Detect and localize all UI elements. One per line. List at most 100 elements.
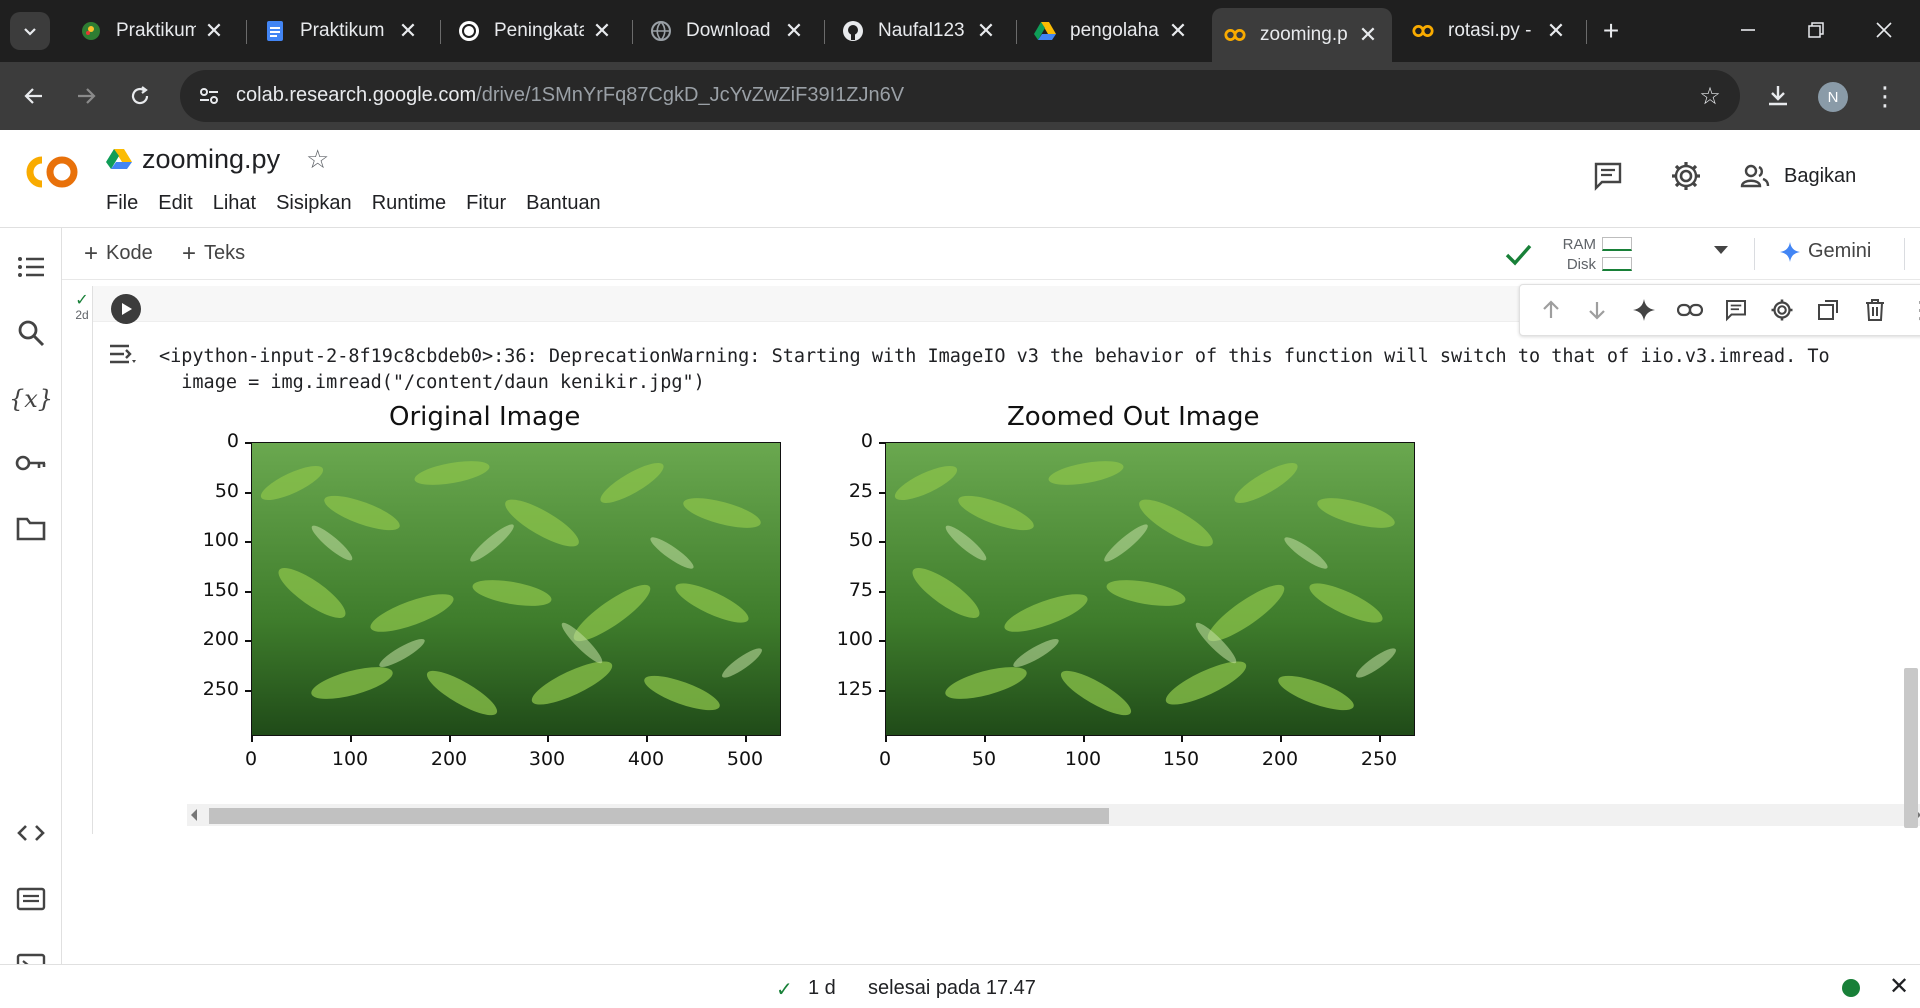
output-actions-icon[interactable] xyxy=(107,338,139,370)
close-icon[interactable]: ✕ xyxy=(974,18,998,43)
add-code-label: Kode xyxy=(106,242,153,264)
open-in-tab-icon[interactable] xyxy=(1812,294,1844,326)
menu-tools[interactable]: Fitur xyxy=(466,192,516,215)
close-icon[interactable]: ✕ xyxy=(590,18,614,43)
key-icon[interactable] xyxy=(12,444,50,482)
x-tick xyxy=(646,736,648,742)
y-tick-label: 50 xyxy=(848,529,873,551)
plot-title-original: Original Image xyxy=(389,402,581,432)
chatgpt-favicon-icon xyxy=(458,20,480,42)
google-docs-favicon-icon xyxy=(264,20,286,42)
y-tick xyxy=(245,492,251,494)
menu-insert[interactable]: Sisipkan xyxy=(276,192,362,215)
caret-down-icon[interactable] xyxy=(1714,246,1728,254)
reload-button[interactable] xyxy=(120,76,160,116)
browser-tab-4[interactable]: Download ✕ xyxy=(638,10,818,52)
menu-runtime[interactable]: Runtime xyxy=(372,192,456,215)
people-icon xyxy=(1740,164,1770,188)
y-tick-label: 0 xyxy=(860,430,873,452)
colab-favicon-icon xyxy=(1412,20,1434,42)
add-text-button[interactable]: + Teks xyxy=(182,241,245,265)
close-icon[interactable]: ✕ xyxy=(1166,18,1190,43)
colab-logo[interactable] xyxy=(20,152,84,192)
runtime-status-dot[interactable] xyxy=(1842,979,1860,997)
close-window-button[interactable] xyxy=(1864,12,1904,48)
menu-file[interactable]: File xyxy=(106,192,148,215)
browser-tab-5[interactable]: Naufal123 ✕ xyxy=(830,10,1010,52)
close-icon xyxy=(1876,22,1892,38)
ram-disk-indicator[interactable]: RAM Disk xyxy=(1552,234,1652,276)
y-tick-label: 100 xyxy=(836,628,873,650)
move-up-icon[interactable] xyxy=(1535,294,1567,326)
browser-menu-icon[interactable]: ⋮ xyxy=(1870,78,1900,114)
cell-toolbar: ⋮ xyxy=(1519,284,1920,336)
code-snippets-icon[interactable] xyxy=(12,814,50,852)
add-code-button[interactable]: + Kode xyxy=(84,241,153,265)
variables-icon[interactable]: {x} xyxy=(9,380,53,418)
comment-icon[interactable] xyxy=(1720,294,1752,326)
gemini-sparkle-icon[interactable] xyxy=(1628,294,1660,326)
browser-tab-3[interactable]: Peningkata ✕ xyxy=(446,10,626,52)
output-horizontal-scrollbar[interactable] xyxy=(187,804,1920,826)
comments-button[interactable] xyxy=(1588,156,1628,196)
notebook-vertical-scrollbar-thumb[interactable] xyxy=(1904,668,1918,828)
y-tick-label: 50 xyxy=(214,480,239,502)
gear-icon[interactable] xyxy=(1766,294,1798,326)
menu-view[interactable]: Lihat xyxy=(213,192,266,215)
bookmark-star-icon[interactable]: ☆ xyxy=(1696,82,1724,110)
close-icon[interactable]: ✕ xyxy=(1356,22,1380,47)
share-button[interactable]: Bagikan xyxy=(1740,158,1856,194)
star-icon[interactable]: ☆ xyxy=(306,144,329,175)
address-bar-row: colab.research.google.com/drive/1SMnYrFq… xyxy=(0,62,1920,130)
close-icon[interactable]: ✕ xyxy=(1544,18,1568,43)
table-of-contents-icon[interactable] xyxy=(12,248,50,286)
browser-tab-6[interactable]: pengolaha ✕ xyxy=(1022,10,1202,52)
browser-tab-2[interactable]: Praktikum ✕ xyxy=(252,10,432,52)
forward-button[interactable] xyxy=(66,76,106,116)
connected-check-icon[interactable] xyxy=(1502,238,1534,270)
browser-tab-8[interactable]: rotasi.py - ✕ xyxy=(1400,10,1580,52)
y-tick xyxy=(879,541,885,543)
back-button[interactable] xyxy=(14,76,54,116)
omnibox[interactable]: colab.research.google.com/drive/1SMnYrFq… xyxy=(180,70,1740,122)
profile-avatar[interactable]: N xyxy=(1818,82,1848,112)
x-tick-label: 500 xyxy=(726,748,764,770)
command-palette-icon[interactable] xyxy=(12,880,50,918)
downloads-button[interactable] xyxy=(1760,78,1796,114)
more-vert-icon[interactable]: ⋮ xyxy=(1905,294,1920,326)
notebook-toolbar: + Kode + Teks RAM Disk Gemini xyxy=(62,228,1920,280)
folder-icon[interactable] xyxy=(12,510,50,548)
site-info-icon[interactable] xyxy=(194,81,224,111)
minimize-button[interactable] xyxy=(1728,12,1768,48)
x-tick xyxy=(1083,736,1085,742)
code-cell[interactable]: ⋮ <ipython-input-2-8f19c8cbdeb0>:36: Dep… xyxy=(92,284,1920,834)
restore-button[interactable] xyxy=(1796,12,1836,48)
move-down-icon[interactable] xyxy=(1581,294,1613,326)
scrollbar-thumb[interactable] xyxy=(209,808,1109,824)
menu-help[interactable]: Bantuan xyxy=(526,192,611,215)
share-label: Bagikan xyxy=(1784,164,1857,187)
restore-icon xyxy=(1808,22,1824,38)
arrow-left-icon xyxy=(24,88,42,104)
google-drive-icon[interactable] xyxy=(106,148,132,170)
settings-button[interactable] xyxy=(1666,156,1706,196)
close-icon[interactable]: ✕ xyxy=(202,18,226,43)
disk-bar xyxy=(1602,257,1632,271)
run-cell-button[interactable] xyxy=(111,294,141,324)
y-tick-label: 25 xyxy=(848,480,873,502)
link-icon[interactable] xyxy=(1674,294,1706,326)
close-icon[interactable]: ✕ xyxy=(1886,973,1912,1000)
search-icon[interactable] xyxy=(12,314,50,352)
close-icon[interactable]: ✕ xyxy=(782,18,806,43)
close-icon[interactable]: ✕ xyxy=(396,18,420,43)
scroll-left-arrow-icon[interactable] xyxy=(191,809,197,821)
menu-edit[interactable]: Edit xyxy=(158,192,202,215)
x-tick-label: 50 xyxy=(971,748,997,770)
trash-icon[interactable] xyxy=(1859,294,1891,326)
browser-tab-1[interactable]: Praktikum ✕ xyxy=(68,10,238,52)
browser-tab-active[interactable]: zooming.p ✕ xyxy=(1212,8,1392,62)
notebook-title[interactable]: zooming.py xyxy=(142,144,280,175)
tab-search-button[interactable] xyxy=(10,12,50,50)
new-tab-button[interactable]: + xyxy=(1594,14,1628,48)
gemini-button[interactable]: Gemini xyxy=(1780,240,1871,263)
